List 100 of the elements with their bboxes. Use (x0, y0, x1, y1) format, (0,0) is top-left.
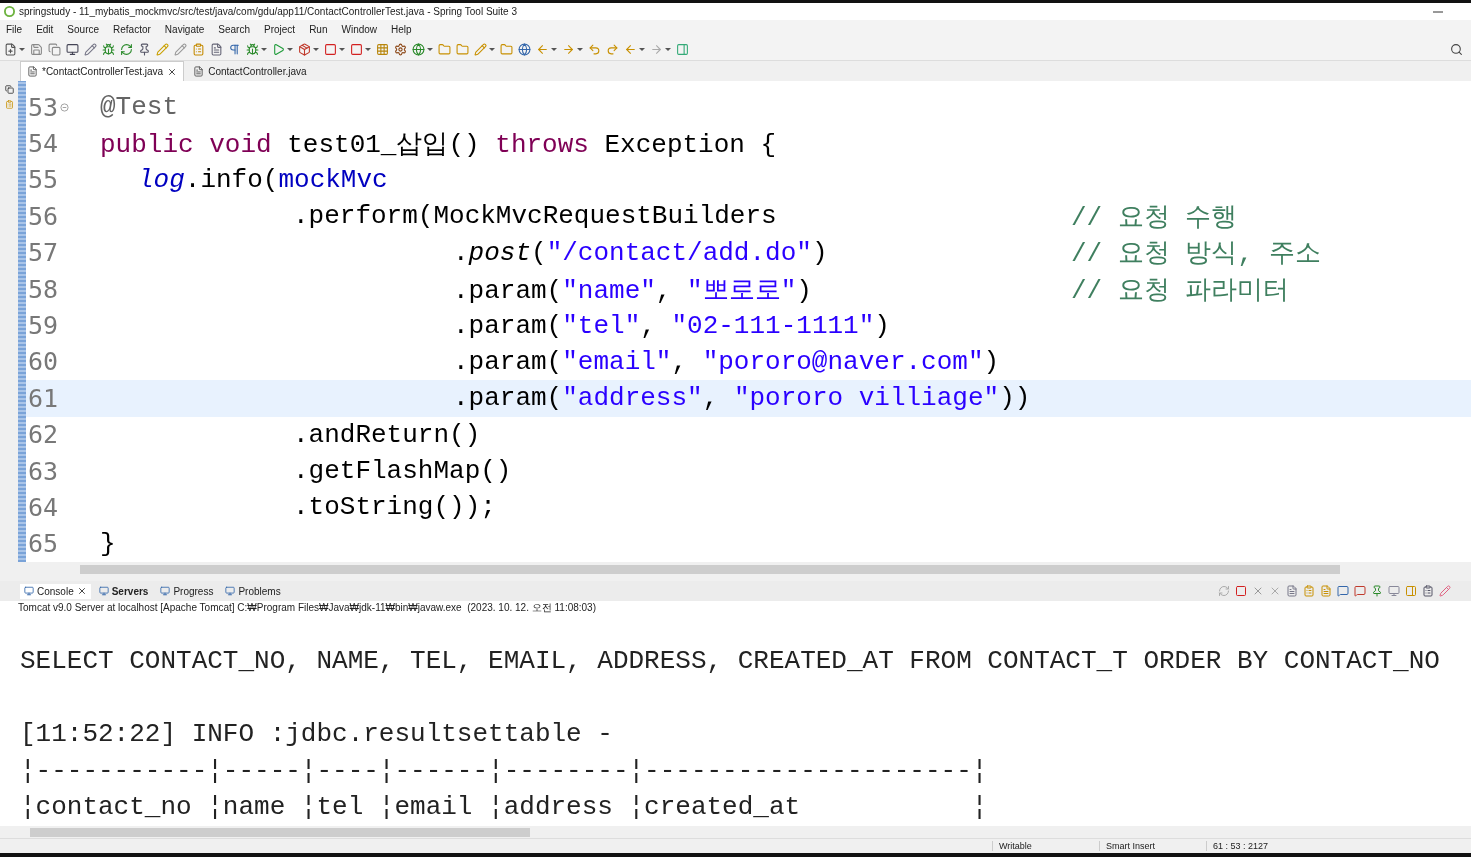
forward-icon[interactable] (606, 42, 619, 56)
folder-icon[interactable] (456, 42, 469, 56)
code-comment: // 요청 수행 (1071, 201, 1238, 234)
list-icon[interactable] (1422, 585, 1434, 597)
code-text: .toString()); (293, 492, 496, 523)
globe-icon[interactable] (518, 42, 531, 56)
pin-icon[interactable] (1371, 585, 1383, 597)
line-number: 61 (27, 383, 60, 413)
caret-icon[interactable] (427, 47, 433, 51)
menu-item[interactable]: Window (341, 23, 378, 35)
caret-icon[interactable] (665, 47, 671, 51)
highlighter-icon[interactable] (156, 42, 169, 56)
pin-icon[interactable] (138, 42, 151, 56)
view-tab[interactable]: Problems (221, 583, 285, 599)
line-number: 63 (27, 456, 60, 486)
caret-icon[interactable] (639, 47, 645, 51)
code-text: public void test01_삽입() throws Exception { (100, 129, 777, 162)
line-number: 65 (27, 529, 60, 559)
caret-icon[interactable] (551, 47, 557, 51)
caret-icon[interactable] (261, 47, 267, 51)
copy-icon[interactable] (48, 42, 61, 56)
console-description: Tomcat v9.0 Server at localhost [Apache Tomcat] C:₩Program Files₩Java₩jdk-11₩bin₩javaw.exe (2023. 10. 12. 오전 11:08:03) (0, 601, 1471, 614)
status-text: Writable (992, 841, 1099, 851)
outline-icon[interactable] (4, 100, 14, 109)
list-icon[interactable] (192, 42, 205, 56)
menu-item[interactable]: Search (218, 23, 250, 35)
code-text: .perform(MockMvcRequestBuilders (293, 201, 777, 232)
pilcrow-icon[interactable] (228, 42, 241, 56)
line-number: 58 (27, 274, 60, 304)
pencil-icon[interactable] (84, 42, 97, 56)
document-icon[interactable] (210, 42, 223, 56)
monitor-icon[interactable] (66, 42, 79, 56)
globe-icon[interactable] (412, 42, 425, 56)
view-tab[interactable]: Progress (156, 583, 218, 599)
pen-icon[interactable] (174, 42, 187, 56)
refresh-icon[interactable] (120, 42, 133, 56)
console-line: ¦contact_no ¦name ¦tel ¦email ¦address ¦created_at ¦ (20, 791, 989, 825)
menu-item[interactable]: Run (309, 23, 328, 35)
menu-item[interactable]: Source (67, 23, 100, 35)
code-text: } (100, 528, 116, 559)
line-number: 53 (27, 92, 60, 122)
collapse-icon[interactable] (60, 102, 69, 112)
caret-icon[interactable] (19, 47, 25, 51)
search-icon[interactable] (1450, 42, 1463, 56)
line-number: 62 (27, 420, 60, 450)
bug-icon[interactable] (102, 42, 115, 56)
caret-icon[interactable] (489, 47, 495, 51)
stop-icon[interactable] (1235, 585, 1247, 597)
code-text: .param("tel", "02-111-1111") (453, 310, 890, 341)
restore-icon[interactable] (4, 85, 14, 94)
code-text: log.info(mockMvc (138, 164, 388, 195)
caret-icon[interactable] (339, 47, 345, 51)
menu-item[interactable]: Navigate (164, 23, 205, 35)
code-text: @Test (100, 92, 178, 123)
menu-item[interactable]: Help (391, 23, 412, 35)
line-number: 64 (27, 493, 60, 522)
menu-item[interactable]: File (6, 23, 23, 35)
window-title: springstudy - 11_mybatis_mockmvc/src/test/java/com/gdu/app11/ContactControllerTest.java - Spring Tool Suite 3 (19, 6, 518, 17)
view-icon (160, 586, 171, 596)
package-icon[interactable] (298, 42, 311, 56)
menu-item[interactable]: Refactor (113, 23, 151, 35)
menu-item[interactable]: Edit (36, 23, 54, 35)
close-icon[interactable] (76, 586, 87, 596)
run-icon[interactable] (272, 42, 285, 56)
code-text: .getFlashMap() (293, 456, 512, 487)
caret-icon[interactable] (287, 47, 293, 51)
editor-tab[interactable]: *ContactControllerTest.java (20, 61, 185, 81)
gear-icon[interactable] (394, 42, 407, 56)
back-icon[interactable] (588, 42, 601, 56)
code-comment: // 요청 파라미터 (1071, 274, 1290, 307)
view-tab[interactable]: Console (20, 583, 91, 599)
console-line: ¦-----------¦-----¦----¦------¦--------¦---------------------¦ (20, 754, 989, 788)
folder-icon[interactable] (438, 42, 451, 56)
status-text: Smart Insert (1099, 841, 1206, 851)
java-file-icon (193, 66, 205, 77)
new-file-icon[interactable] (4, 42, 17, 56)
menu-item[interactable]: Project (264, 23, 296, 35)
refresh-icon[interactable] (1218, 585, 1230, 597)
caret-icon[interactable] (313, 47, 319, 51)
view-tab[interactable]: Servers (94, 583, 153, 599)
caret-icon[interactable] (577, 47, 583, 51)
save-icon[interactable] (30, 42, 43, 56)
remove-icon[interactable] (1252, 585, 1264, 597)
scrollbar-thumb[interactable] (30, 827, 530, 837)
close-icon[interactable] (167, 66, 178, 77)
line-number: 57 (27, 238, 60, 268)
line-number: 59 (27, 311, 60, 341)
bug-icon[interactable] (246, 42, 259, 56)
scrollbar-thumb[interactable] (80, 564, 1340, 574)
view-icon (225, 586, 236, 596)
code-text: .param("email", "pororo@naver.com") (453, 346, 1000, 377)
console-line: SELECT CONTACT_NO, NAME, TEL, EMAIL, ADDRESS, CREATED_AT FROM CONTACT_T ORDER BY CONTACT_NO (20, 645, 1441, 679)
view-icon (24, 586, 34, 596)
caret-icon[interactable] (365, 47, 371, 51)
folder-icon[interactable] (500, 42, 513, 56)
code-text: .param("name", "뽀로로") (453, 274, 812, 307)
line-number: 56 (27, 201, 60, 231)
grid-icon[interactable] (376, 42, 389, 56)
stop-icon[interactable] (324, 42, 337, 56)
window-icon[interactable] (676, 42, 689, 56)
